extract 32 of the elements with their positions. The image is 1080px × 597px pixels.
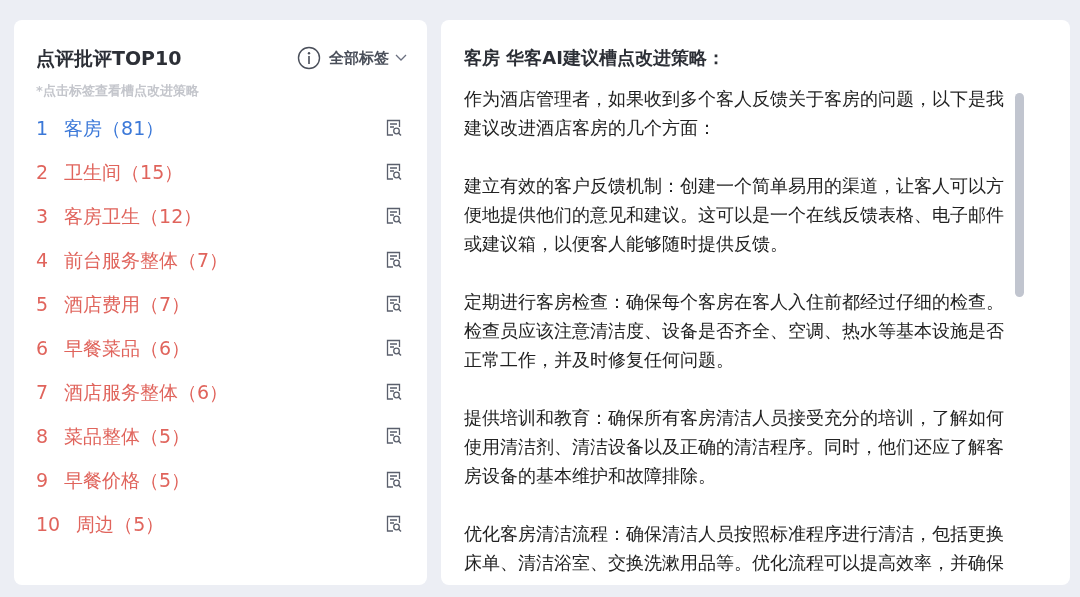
tag-item[interactable]: 3 客房卫生（12） xyxy=(36,201,203,231)
advice-paragraph: 作为酒店管理者，如果收到多个客人反馈关于客房的问题，以下是我建议改进酒店客房的几个方面： xyxy=(464,88,1005,140)
tag-item[interactable]: 1 客房（81） xyxy=(36,113,165,143)
document-search-icon[interactable] xyxy=(385,515,403,533)
document-search-icon[interactable] xyxy=(385,251,403,269)
tag-item[interactable]: 10 周边（5） xyxy=(36,509,165,539)
document-search-icon[interactable] xyxy=(385,471,403,489)
document-search-icon[interactable] xyxy=(385,119,403,137)
tag-item[interactable]: 4 前台服务整体（7） xyxy=(36,245,229,275)
document-search-icon[interactable] xyxy=(385,339,403,357)
document-search-icon[interactable] xyxy=(385,295,403,313)
tag-item[interactable]: 8 菜品整体（5） xyxy=(36,421,191,451)
tag-item[interactable]: 9 早餐价格（5） xyxy=(36,465,191,495)
advice-paragraph: 定期进行客房检查：确保每个客房在客人入住前都经过仔细的检查。检查员应该注意清洁度、设备是否齐全、空调、热水等基本设施是否正常工作，并及时修复任何问题。 xyxy=(464,291,1005,372)
chevron-down-icon xyxy=(395,54,407,63)
document-search-icon[interactable] xyxy=(385,427,403,445)
tag-filter-dropdown[interactable]: 全部标签 xyxy=(329,47,407,70)
panel-title: 点评批评TOP10 xyxy=(36,46,182,71)
scrollbar-thumb[interactable] xyxy=(1015,93,1024,297)
document-search-icon[interactable] xyxy=(385,207,403,225)
tag-item[interactable]: 5 酒店费用（7） xyxy=(36,289,191,319)
document-search-icon[interactable] xyxy=(385,163,403,181)
advice-paragraph: 建立有效的客户反馈机制：创建一个简单易用的渠道，让客人可以方便地提供他们的意见和建议。这可以是一个在线反馈表格、电子邮件或建议箱，以便客人能够随时提供反馈。 xyxy=(464,175,1005,256)
advice-paragraph: 提供培训和教育：确保所有客房清洁人员接受充分的培训，了解如何使用清洁剂、清洁设备以及正确的清洁程序。同时，他们还应了解客房设备的基本维护和故障排除。 xyxy=(464,407,1005,488)
document-search-icon[interactable] xyxy=(385,383,403,401)
hint-text: *点击标签查看槽点改进策略 xyxy=(36,81,200,100)
tag-item[interactable]: 6 早餐菜品（6） xyxy=(36,333,191,363)
info-icon[interactable] xyxy=(297,46,321,71)
tag-item[interactable]: 2 卫生间（15） xyxy=(36,157,184,187)
tag-item[interactable]: 7 酒店服务整体（6） xyxy=(36,377,229,407)
panel-title: 客房 华客AI建议槽点改进策略： xyxy=(464,46,726,70)
advice-paragraph: 优化客房清洁流程：确保清洁人员按照标准程序进行清洁，包括更换床单、清洁浴室、交换洗漱用品等。优化流程可以提高效率，并确保 xyxy=(464,523,1005,575)
